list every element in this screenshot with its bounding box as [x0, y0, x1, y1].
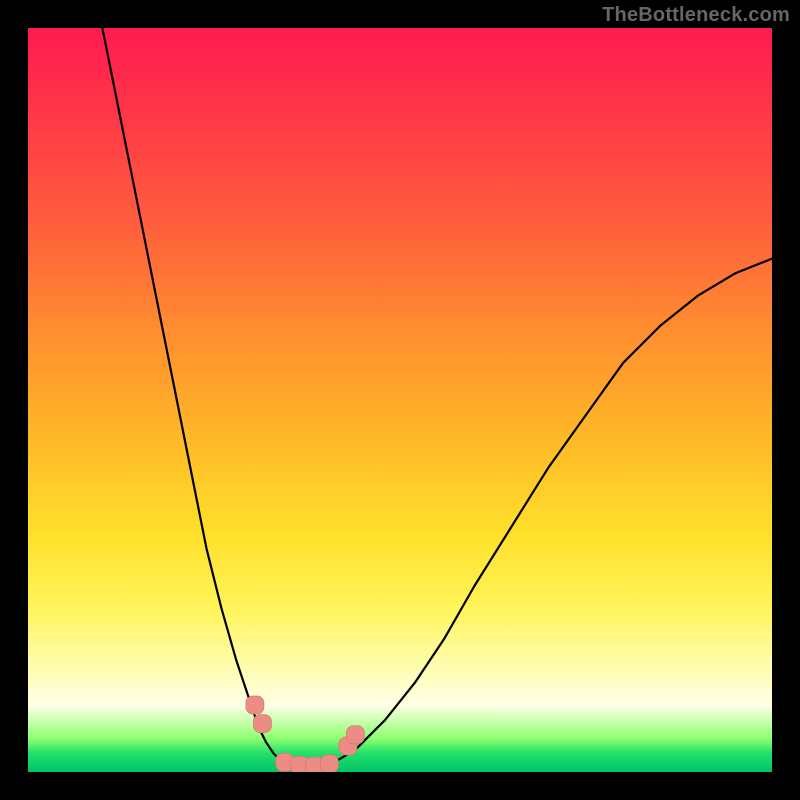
marker-left-cluster-a — [246, 696, 264, 714]
marker-right-b — [346, 726, 364, 744]
right-branch-path — [340, 259, 772, 759]
curve-layer — [28, 28, 772, 772]
left-branch-path — [102, 28, 281, 761]
marker-floor-d — [320, 755, 338, 772]
marker-left-cluster-b — [253, 715, 271, 733]
plot-area — [28, 28, 772, 772]
watermark-text: TheBottleneck.com — [602, 4, 790, 27]
marker-group — [246, 696, 365, 772]
chart-stage: TheBottleneck.com — [0, 0, 800, 800]
